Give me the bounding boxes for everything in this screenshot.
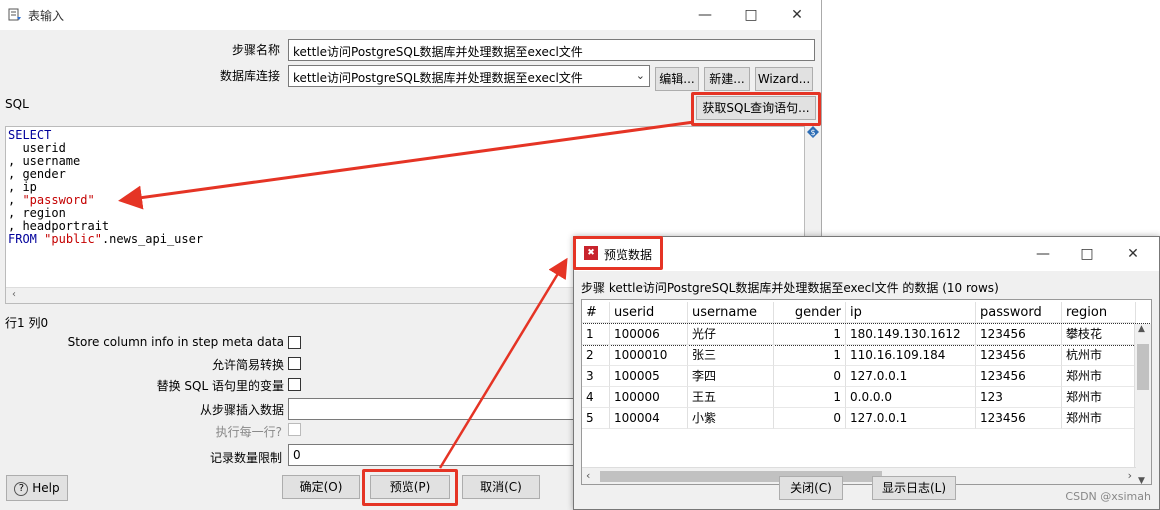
arrow-to-preview-window <box>438 257 568 469</box>
screen: 表输入 — □ ✕ 步骤名称 kettle访问PostgreSQL数据库并处理数… <box>0 0 1160 510</box>
arrow-to-password <box>118 120 695 210</box>
annotation-arrows <box>118 120 695 469</box>
